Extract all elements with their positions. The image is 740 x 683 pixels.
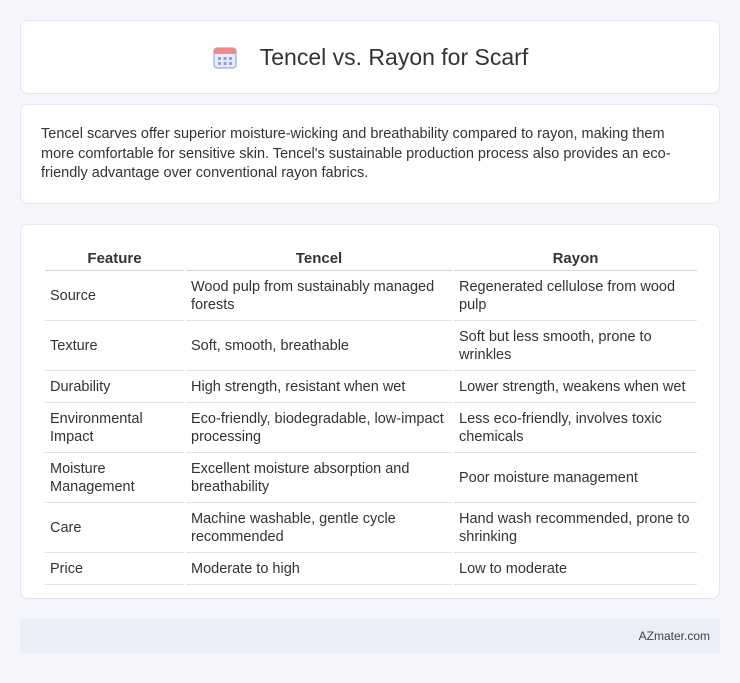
table-row: Texture Soft, smooth, breathable Soft bu…	[45, 321, 697, 371]
table-row: Price Moderate to high Low to moderate	[45, 553, 697, 585]
rayon-cell: Less eco-friendly, involves toxic chemic…	[454, 403, 697, 453]
table-row: Care Machine washable, gentle cycle reco…	[45, 503, 697, 553]
title-card: Tencel vs. Rayon for Scarf	[20, 20, 720, 94]
table-row: Source Wood pulp from sustainably manage…	[45, 271, 697, 321]
footer: AZmater.com	[20, 619, 720, 653]
tencel-cell: Eco-friendly, biodegradable, low-impact …	[186, 403, 452, 453]
rayon-cell: Lower strength, weakens when wet	[454, 371, 697, 403]
table-header-row: Feature Tencel Rayon	[45, 243, 697, 271]
rayon-cell: Hand wash recommended, prone to shrinkin…	[454, 503, 697, 553]
feature-cell: Environmental Impact	[45, 403, 184, 453]
tencel-cell: Moderate to high	[186, 553, 452, 585]
calendar-icon	[212, 44, 238, 70]
comparison-table: Feature Tencel Rayon Source Wood pulp fr…	[43, 243, 699, 585]
table-row: Moisture Management Excellent moisture a…	[45, 453, 697, 503]
rayon-cell: Regenerated cellulose from wood pulp	[454, 271, 697, 321]
table-row: Environmental Impact Eco-friendly, biode…	[45, 403, 697, 453]
feature-cell: Moisture Management	[45, 453, 184, 503]
feature-cell: Source	[45, 271, 184, 321]
feature-cell: Texture	[45, 321, 184, 371]
summary-card: Tencel scarves offer superior moisture-w…	[20, 104, 720, 204]
tencel-cell: Wood pulp from sustainably managed fores…	[186, 271, 452, 321]
footer-brand[interactable]: AZmater.com	[639, 629, 710, 643]
feature-cell: Care	[45, 503, 184, 553]
tencel-cell: Soft, smooth, breathable	[186, 321, 452, 371]
column-header-rayon: Rayon	[454, 243, 697, 271]
summary-text: Tencel scarves offer superior moisture-w…	[41, 126, 671, 181]
rayon-cell: Low to moderate	[454, 553, 697, 585]
tencel-cell: Excellent moisture absorption and breath…	[186, 453, 452, 503]
rayon-cell: Poor moisture management	[454, 453, 697, 503]
tencel-cell: Machine washable, gentle cycle recommend…	[186, 503, 452, 553]
feature-cell: Price	[45, 553, 184, 585]
column-header-feature: Feature	[45, 243, 184, 271]
table-row: Durability High strength, resistant when…	[45, 371, 697, 403]
rayon-cell: Soft but less smooth, prone to wrinkles	[454, 321, 697, 371]
comparison-card: Feature Tencel Rayon Source Wood pulp fr…	[20, 224, 720, 599]
feature-cell: Durability	[45, 371, 184, 403]
page-title: Tencel vs. Rayon for Scarf	[259, 43, 529, 70]
column-header-tencel: Tencel	[186, 243, 452, 271]
tencel-cell: High strength, resistant when wet	[186, 371, 452, 403]
